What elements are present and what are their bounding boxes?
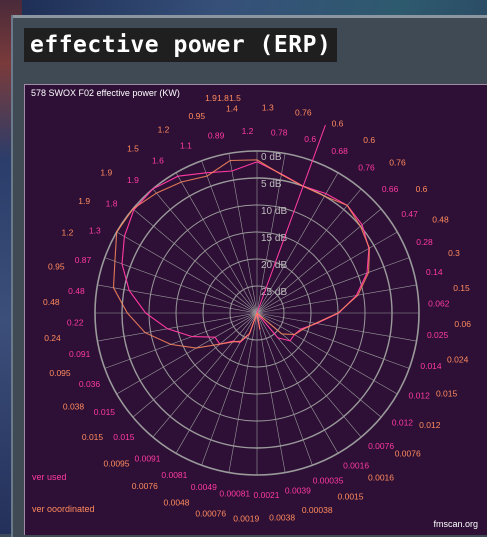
ring-label: 10 dB	[261, 206, 287, 217]
value-label: 0.6	[363, 135, 375, 145]
value-label: 0.6	[304, 134, 316, 144]
value-label: 0.012	[392, 418, 414, 428]
value-label: 0.15	[453, 283, 470, 293]
value-label: 1.8	[217, 93, 229, 103]
series-line	[112, 159, 370, 349]
value-label: 0.0048	[164, 498, 190, 508]
value-label: 0.0081	[161, 470, 187, 480]
value-label: 0.6	[332, 118, 344, 128]
grid-spoke	[256, 312, 410, 369]
value-label: 0.0021	[254, 490, 280, 500]
legend-coordinated: ver ooordinated	[32, 504, 95, 514]
value-label: 1.1	[180, 141, 192, 151]
value-label: 1.3	[89, 225, 101, 235]
legend-used: ver used	[32, 472, 67, 482]
value-label: 0.0019	[233, 514, 259, 524]
value-label: 0.00081	[219, 489, 250, 499]
value-label: 0.00038	[302, 505, 333, 515]
value-label: 0.025	[427, 330, 449, 340]
value-label: 0.062	[428, 299, 450, 309]
value-label: 0.95	[48, 262, 65, 272]
value-label: 1.9	[78, 196, 90, 206]
value-label: 0.015	[113, 432, 135, 442]
value-label: 0.015	[436, 389, 458, 399]
value-label: 0.0076	[132, 481, 158, 491]
value-label: 0.0039	[285, 485, 311, 495]
ring-label: 5 dB	[261, 179, 282, 190]
value-label: 0.0016	[368, 473, 394, 483]
value-label: 0.95	[189, 111, 206, 121]
value-label: 0.0076	[368, 441, 394, 451]
value-label: 0.68	[331, 146, 348, 156]
value-label: 0.76	[389, 157, 406, 167]
value-label: 0.66	[382, 184, 399, 194]
value-label: 0.48	[432, 215, 449, 225]
grid-spoke	[201, 160, 258, 314]
value-label: 0.06	[454, 319, 471, 329]
value-label: 1.9	[205, 93, 217, 103]
value-label: 0.091	[69, 349, 91, 359]
value-label: 0.87	[75, 255, 92, 265]
value-label: 0.00035	[313, 476, 344, 486]
value-label: 0.0091	[135, 453, 161, 463]
credit-label: fmscan.org	[433, 519, 478, 529]
value-label: 0.0038	[269, 513, 295, 523]
value-label: 0.0076	[395, 449, 421, 459]
value-label: 1.6	[152, 155, 164, 165]
value-label: 0.00076	[195, 509, 226, 519]
value-label: 0.024	[447, 354, 469, 364]
page-title: effective power (ERP)	[24, 28, 338, 62]
value-label: 1.8	[106, 199, 118, 209]
value-label: 0.76	[358, 163, 375, 173]
value-label: 0.24	[44, 333, 61, 343]
value-label: 0.78	[271, 127, 288, 137]
value-label: 1.9	[100, 168, 112, 178]
ring-label: 0 dB	[261, 152, 282, 163]
value-label: 1.5	[229, 93, 241, 103]
value-label: 0.47	[401, 209, 418, 219]
value-label: 0.0049	[191, 482, 217, 492]
chart-area: 578 SWOX F02 effective power (KW) 0 dB 5 …	[24, 84, 487, 535]
value-label: 1.9	[127, 175, 139, 185]
value-label: 0.6	[416, 184, 428, 194]
value-label: 0.89	[208, 131, 225, 141]
grid-spoke	[256, 312, 313, 466]
value-label: 0.038	[63, 402, 85, 412]
value-label: 0.012	[409, 391, 431, 401]
value-label: 0.76	[295, 107, 312, 117]
value-label: 0.3	[448, 248, 460, 258]
value-label: 0.22	[67, 318, 84, 328]
value-label: 0.14	[426, 267, 443, 277]
grid-spoke	[201, 312, 258, 466]
ring-label: 15 dB	[261, 233, 287, 244]
polar-chart: 0 dB5 dB10 dB15 dB20 dB25 dB1.20.780.60.…	[43, 93, 471, 524]
value-label: 0.014	[420, 361, 442, 371]
value-label: 0.28	[416, 237, 433, 247]
value-label: 0.015	[82, 432, 104, 442]
value-label: 1.2	[61, 228, 73, 238]
value-label: 0.015	[94, 407, 116, 417]
value-label: 0.48	[43, 297, 60, 307]
value-label: 1.4	[226, 104, 238, 114]
series-line	[121, 161, 370, 345]
value-label: 0.095	[49, 368, 71, 378]
value-label: 0.0016	[343, 461, 369, 471]
value-label: 0.48	[68, 286, 85, 296]
value-label: 1.5	[127, 144, 139, 154]
value-label: 0.036	[79, 379, 101, 389]
value-label: 1.3	[262, 102, 274, 112]
value-label: 1.2	[242, 126, 254, 136]
value-label: 0.0015	[338, 492, 364, 502]
value-label: 1.2	[158, 125, 170, 135]
value-label: 0.012	[419, 420, 441, 430]
value-label: 0.0095	[104, 459, 130, 469]
